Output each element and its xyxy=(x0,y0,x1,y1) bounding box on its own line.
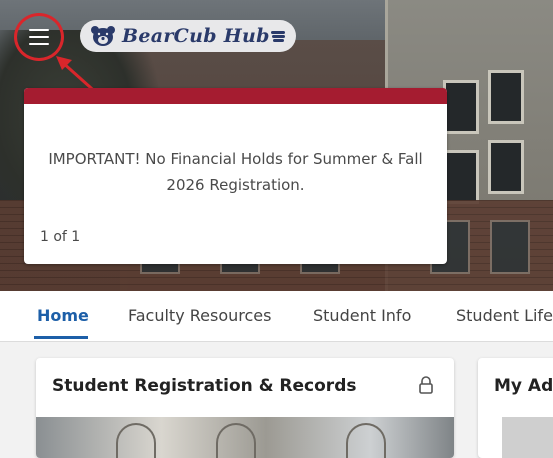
tab-faculty-resources[interactable]: Faculty Resources xyxy=(128,306,271,325)
tab-active-indicator xyxy=(34,336,88,339)
lock-icon xyxy=(419,376,433,394)
card-title: Student Registration & Records xyxy=(52,376,357,396)
logo-wordmark: BearCub Hub xyxy=(122,25,270,47)
card-student-registration[interactable]: Student Registration & Records xyxy=(36,358,454,458)
announcement-accent-bar xyxy=(24,88,447,104)
card-image xyxy=(502,417,553,458)
tab-bar: Home Faculty Resources Student Info Stud… xyxy=(0,291,553,342)
site-logo[interactable]: BearCub Hub xyxy=(80,20,296,52)
building-window xyxy=(488,140,524,194)
paw-icon xyxy=(271,31,285,42)
building-window xyxy=(443,150,479,204)
brick-window xyxy=(490,220,530,274)
tab-student-life[interactable]: Student Life xyxy=(456,306,553,325)
announcement-pager: 1 of 1 xyxy=(40,229,81,245)
card-image xyxy=(36,417,454,458)
tab-student-info[interactable]: Student Info xyxy=(313,306,411,325)
building-window xyxy=(488,70,524,124)
building-window xyxy=(443,80,479,134)
tab-home[interactable]: Home xyxy=(37,306,89,325)
hamburger-menu-icon xyxy=(29,29,49,45)
card-my-admin[interactable]: My Adı xyxy=(478,358,553,458)
bear-head-icon xyxy=(91,26,115,46)
announcement-card: IMPORTANT! No Financial Holds for Summer… xyxy=(24,88,447,264)
announcement-message[interactable]: IMPORTANT! No Financial Holds for Summer… xyxy=(44,146,427,198)
card-title: My Adı xyxy=(494,376,553,396)
